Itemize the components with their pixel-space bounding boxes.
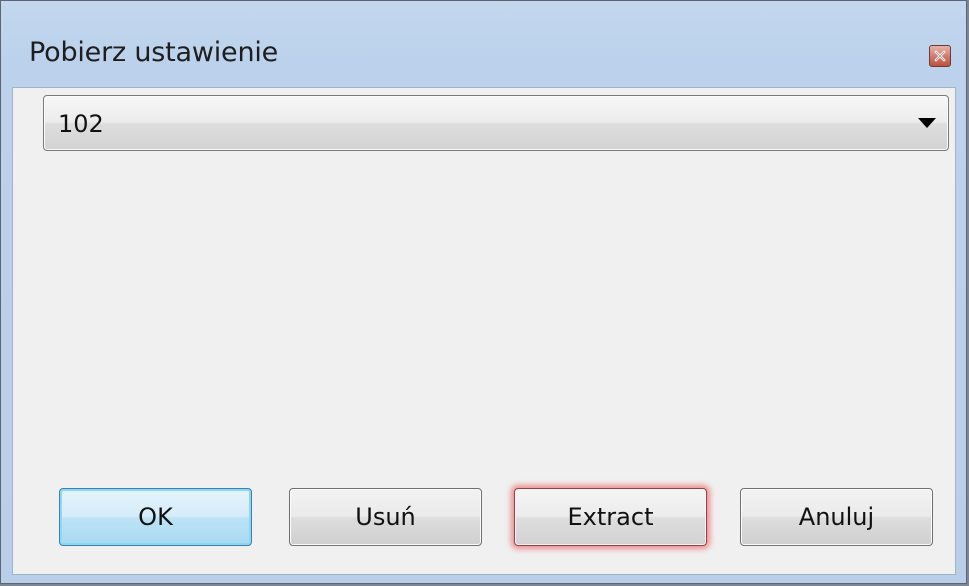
- cancel-button[interactable]: Anuluj: [740, 488, 933, 546]
- title-bar[interactable]: Pobierz ustawienie: [1, 1, 966, 87]
- close-icon: [934, 50, 946, 62]
- dialog-client-area: 102 OK Usuń Extract Anuluj: [12, 87, 956, 575]
- ok-button[interactable]: OK: [59, 488, 252, 546]
- delete-button[interactable]: Usuń: [289, 488, 482, 546]
- combobox-value: 102: [58, 110, 104, 138]
- extract-button[interactable]: Extract: [514, 488, 707, 546]
- dialog-window: Pobierz ustawienie 102 OK Usuń Extract A…: [0, 0, 967, 584]
- chevron-down-icon[interactable]: [918, 118, 936, 128]
- settings-combobox[interactable]: 102: [43, 95, 949, 151]
- window-title: Pobierz ustawienie: [29, 37, 279, 68]
- close-button[interactable]: [929, 45, 951, 67]
